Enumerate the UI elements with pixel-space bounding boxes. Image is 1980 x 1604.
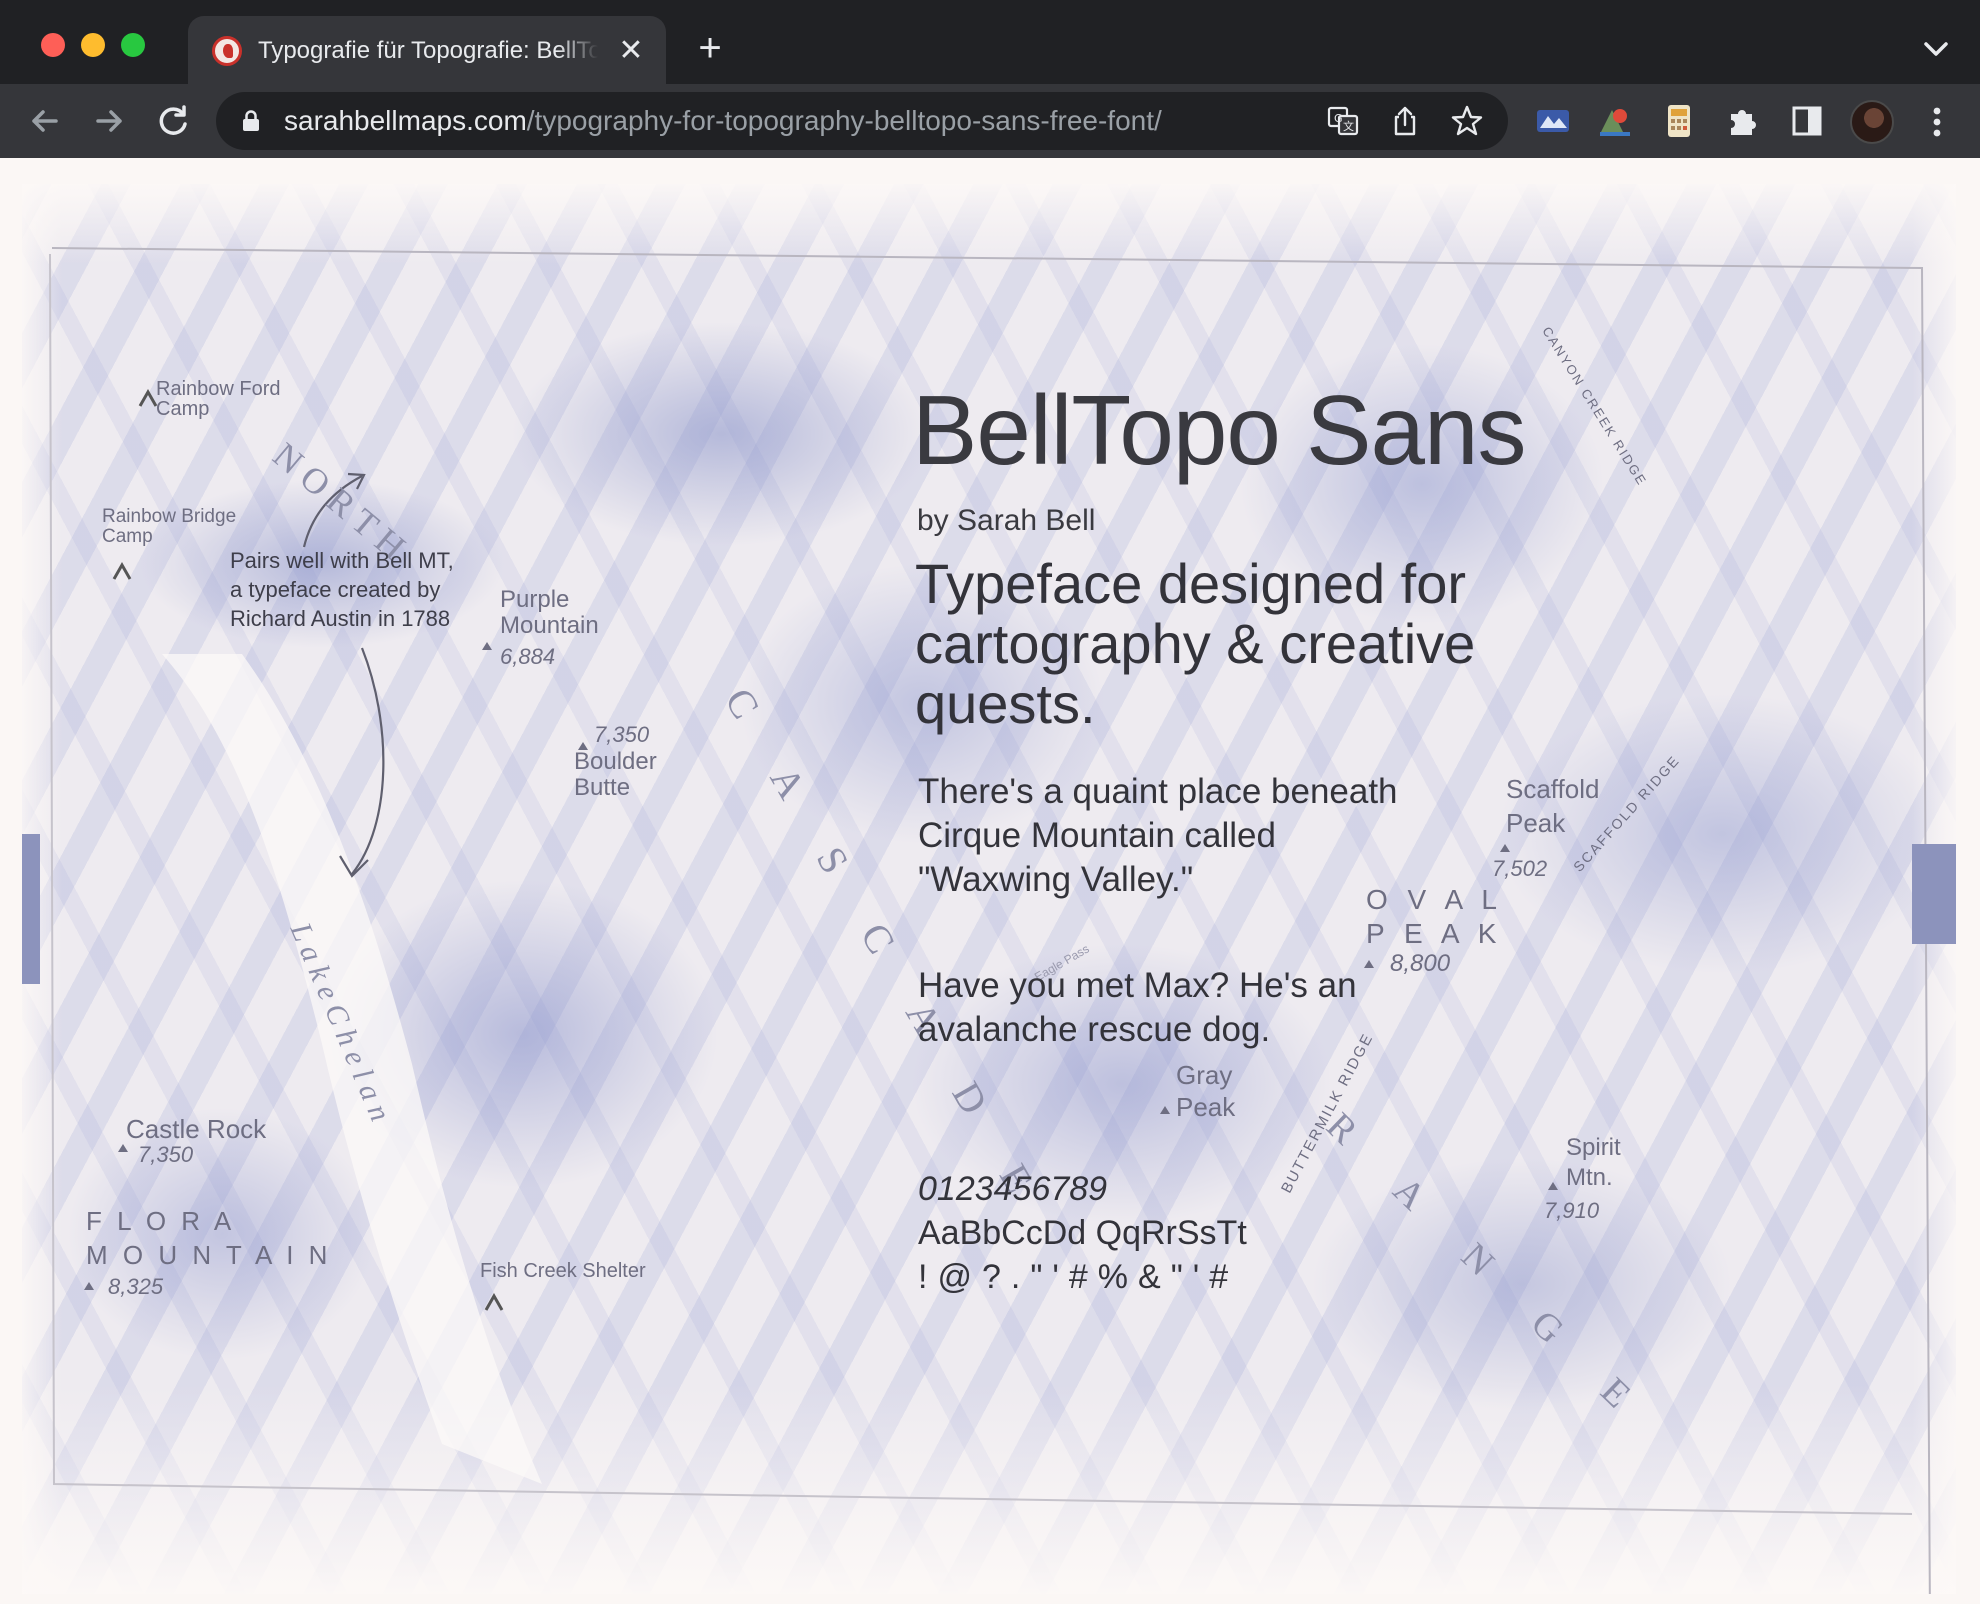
- extensions-puzzle-icon[interactable]: [1724, 102, 1762, 140]
- map-elevation-flora: 8,325: [108, 1274, 164, 1299]
- map-label-gray-peak: Peak: [1176, 1092, 1236, 1122]
- url-text[interactable]: sarahbellmaps.com/typography-for-topogra…: [284, 104, 1162, 138]
- map-label-rainbow-bridge-camp: Camp: [102, 526, 153, 547]
- author-byline: by Sarah Bell: [917, 504, 1096, 537]
- reload-icon[interactable]: [152, 100, 194, 142]
- sample-paragraph-2: Have you met Max? He's an avalanche resc…: [918, 966, 1357, 1049]
- back-icon[interactable]: [24, 100, 66, 142]
- map-label-spirit: Spirit: [1566, 1134, 1621, 1161]
- map-elevation-scaffold: 7,502: [1492, 856, 1548, 881]
- site-favicon-icon: [212, 36, 242, 66]
- map-elevation-boulder: 7,350: [594, 722, 650, 747]
- active-tab[interactable]: Typografie für Topografie: BellTopo Sans…: [188, 16, 666, 84]
- map-label-gray: Gray: [1176, 1060, 1233, 1090]
- sample-paragraph-1: There's a quaint place beneath Cirque Mo…: [918, 772, 1398, 899]
- tab-strip: Typografie für Topografie: BellTopo Sans…: [0, 0, 1980, 84]
- close-window-button[interactable]: [41, 33, 65, 57]
- forward-icon[interactable]: [88, 100, 130, 142]
- extension-game-icon[interactable]: [1534, 102, 1572, 140]
- tab-search-chevron-icon[interactable]: [1918, 34, 1954, 64]
- topographic-map-illustration: Rainbow Ford Camp Rainbow Bridge Camp N …: [22, 184, 1956, 1594]
- new-tab-button[interactable]: +: [690, 28, 730, 68]
- annotation-line-3: Richard Austin in 1788: [230, 606, 451, 631]
- map-label-purple-mountain: Mountain: [500, 612, 599, 639]
- zoom-window-button[interactable]: [121, 33, 145, 57]
- page-title: BellTopo Sans: [912, 375, 1527, 485]
- star-icon[interactable]: [1450, 104, 1484, 138]
- map-label-flora-mountain: M O U N T A I N: [86, 1240, 332, 1270]
- tab-close-icon[interactable]: ✕: [614, 34, 648, 68]
- side-panel-icon[interactable]: [1788, 102, 1826, 140]
- url-host: sarahbellmaps.com: [284, 105, 527, 136]
- map-label-boulder: Boulder: [574, 748, 657, 775]
- page-content: Rainbow Ford Camp Rainbow Bridge Camp N …: [0, 158, 1980, 1604]
- map-label-rainbow-ford-camp: Camp: [156, 398, 210, 420]
- map-label-scaffold: Scaffold: [1506, 774, 1600, 804]
- tagline: Typeface designed for cartography & crea…: [915, 552, 1476, 735]
- svg-text:文: 文: [1343, 119, 1354, 133]
- profile-avatar[interactable]: [1850, 100, 1894, 144]
- map-label-oval-peak: P E A K: [1366, 918, 1503, 949]
- extension-map-icon[interactable]: [1596, 102, 1634, 140]
- map-label-fish-creek: Fish Creek Shelter: [480, 1260, 646, 1282]
- tab-title: Typografie für Topografie: BellTopo Sans: [258, 34, 598, 68]
- extension-calculator-icon[interactable]: [1660, 102, 1698, 140]
- translate-icon[interactable]: G 文: [1326, 104, 1360, 138]
- annotation-line-1: Pairs well with Bell MT,: [230, 548, 454, 573]
- more-icon[interactable]: [1920, 102, 1954, 142]
- map-label-spirit-mtn: Mtn.: [1566, 1164, 1613, 1191]
- share-icon[interactable]: [1388, 104, 1422, 138]
- svg-text:G: G: [1334, 112, 1343, 125]
- map-label-butte: Butte: [574, 774, 631, 801]
- map-label-scaffold-peak: Peak: [1506, 808, 1566, 838]
- map-elevation-oval: 8,800: [1390, 950, 1451, 977]
- map-label-purple: Purple: [500, 586, 570, 613]
- map-elevation-castle: 7,350: [138, 1142, 194, 1167]
- minimize-window-button[interactable]: [81, 33, 105, 57]
- symbols-sample: !@?."'#%&"'#: [918, 1258, 1239, 1296]
- address-bar[interactable]: sarahbellmaps.com/typography-for-topogra…: [216, 92, 1508, 150]
- map-elevation-spirit: 7,910: [1544, 1198, 1600, 1223]
- annotation-line-2: a typeface created by: [230, 577, 441, 602]
- map-elevation-purple: 6,884: [500, 644, 556, 669]
- map-label-castle-rock: Castle Rock: [126, 1114, 267, 1144]
- map-label-flora: F L O R A: [86, 1206, 236, 1236]
- letters-sample: AaBbCcDd QqRrSsTt: [918, 1214, 1247, 1252]
- map-label-rainbow-bridge: Rainbow Bridge: [102, 506, 237, 527]
- url-path: /typography-for-topography-belltopo-sans…: [526, 105, 1162, 136]
- numerals-sample: 0123456789: [918, 1170, 1108, 1208]
- lock-icon[interactable]: [242, 110, 260, 132]
